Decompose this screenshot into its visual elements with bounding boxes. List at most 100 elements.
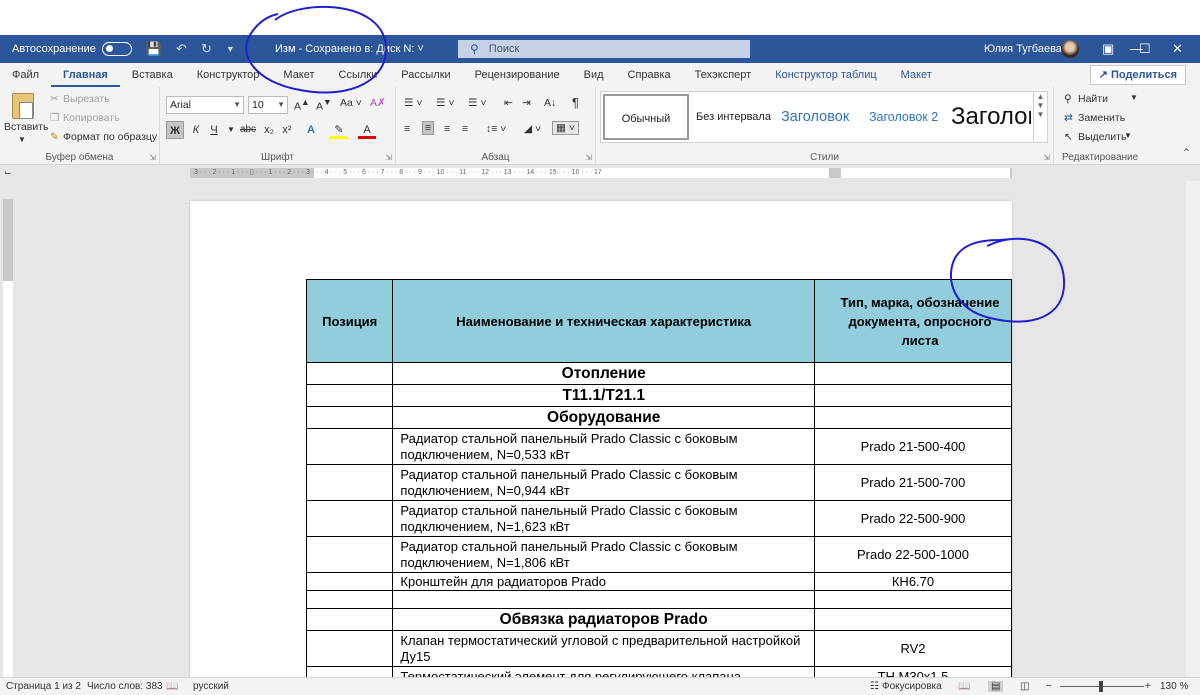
font-size-combo[interactable]: 10 ▼ (248, 96, 288, 114)
cell-position[interactable] (305, 464, 394, 501)
align-right-icon[interactable]: ≡ (444, 123, 450, 135)
cell-position[interactable] (305, 536, 394, 573)
cell-name[interactable]: Радиатор стальной панельный Prado Classi… (392, 536, 815, 573)
justify-icon[interactable]: ≡ (462, 123, 468, 135)
language-indicator[interactable]: русский (193, 681, 229, 692)
tab-design[interactable]: Конструктор (185, 63, 272, 87)
numbering-icon[interactable]: ☰ ˅ (436, 97, 454, 109)
cell-name[interactable]: Оборудование (392, 406, 815, 429)
header-position[interactable]: Позиция (305, 279, 394, 363)
chevron-down-icon[interactable]: ▼ (1124, 131, 1132, 140)
cell-position[interactable] (305, 500, 394, 537)
read-mode-icon[interactable]: 📖 (958, 681, 970, 692)
highlight-icon[interactable]: ✎ (330, 121, 348, 139)
format-painter-button[interactable]: Формат по образцу (63, 131, 157, 143)
cell-type[interactable]: Prado 21-500-700 (813, 464, 1012, 501)
tab-table-layout[interactable]: Макет (889, 63, 944, 87)
tab-home[interactable]: Главная (51, 63, 120, 87)
borders-icon[interactable]: ▦ ˅ (552, 121, 579, 135)
document-page[interactable]: Позиция Наименование и техническая харак… (190, 201, 1012, 677)
style-no-spacing[interactable]: Без интервала (696, 94, 771, 140)
search-box[interactable]: ⚲ Поиск (458, 40, 750, 58)
change-case-icon[interactable]: Aa ˅ (340, 97, 362, 109)
tab-table-design[interactable]: Конструктор таблиц (763, 63, 888, 87)
cell-type[interactable] (813, 362, 1012, 385)
user-name[interactable]: Юлия Тугбаева (984, 43, 1062, 55)
grow-font-icon[interactable]: A▲ (294, 97, 310, 113)
clear-formatting-icon[interactable]: A✗ (370, 97, 386, 109)
cell-type[interactable]: Prado 22-500-1000 (813, 536, 1012, 573)
cell-name[interactable]: Радиатор стальной панельный Prado Classi… (392, 464, 815, 501)
bullets-icon[interactable]: ☰ ˅ (404, 97, 422, 109)
paragraph-dialog-icon[interactable]: ⇲ (585, 153, 592, 162)
cell-name[interactable]: Радиатор стальной панельный Prado Classi… (392, 500, 815, 537)
cell-name[interactable]: Клапан термостатический угловой с предва… (392, 630, 815, 667)
cell-position[interactable] (305, 362, 394, 385)
tab-selector-icon[interactable]: ⌙ (4, 167, 12, 178)
customize-qat-icon[interactable]: ▼ (226, 44, 235, 54)
vertical-scrollbar[interactable] (1186, 181, 1200, 677)
tab-help[interactable]: Справка (616, 63, 683, 87)
vertical-ruler[interactable] (3, 199, 13, 677)
tab-layout[interactable]: Макет (271, 63, 326, 87)
web-layout-icon[interactable]: ◫ (1020, 681, 1029, 692)
focus-mode-button[interactable]: Фокусировка (882, 681, 942, 692)
cell-position[interactable] (305, 406, 394, 429)
font-color-icon[interactable]: A (358, 121, 376, 139)
word-count[interactable]: Число слов: 383 (87, 681, 163, 692)
cell-name[interactable]: Термостатический элемент для регулирующе… (392, 666, 815, 677)
font-name-combo[interactable]: Arial ▼ (166, 96, 244, 114)
redo-icon[interactable]: ↻ (201, 41, 212, 57)
cell-type[interactable] (813, 384, 1012, 407)
cell-position[interactable] (305, 608, 394, 631)
style-heading-2[interactable]: Заголовок 2 (869, 94, 938, 140)
undo-icon[interactable]: ↶ (176, 41, 187, 57)
copy-button[interactable]: Копировать (63, 112, 120, 124)
replace-button[interactable]: Заменить (1078, 112, 1125, 124)
decrease-indent-icon[interactable]: ⇤ (504, 97, 513, 109)
specification-table[interactable]: Позиция Наименование и техническая харак… (305, 279, 1012, 677)
header-type[interactable]: Тип, марка, обозначение документа, опрос… (813, 279, 1012, 363)
header-name[interactable]: Наименование и техническая характеристик… (392, 279, 815, 363)
tab-insert[interactable]: Вставка (120, 63, 185, 87)
collapse-ribbon-icon[interactable]: ⌃ (1182, 147, 1191, 159)
cell-type[interactable] (813, 608, 1012, 631)
cell-name[interactable] (392, 590, 815, 609)
clipboard-dialog-icon[interactable]: ⇲ (149, 153, 156, 162)
autosave-toggle[interactable] (101, 42, 132, 56)
cell-type[interactable]: ТН М30х1,5 (813, 666, 1012, 677)
cell-name[interactable]: Кронштейн для радиаторов Prado (392, 572, 815, 591)
subscript-button[interactable]: x₂ (260, 121, 278, 139)
superscript-button[interactable]: x² (278, 121, 296, 139)
paste-button[interactable]: Вставить (4, 121, 49, 133)
cell-type[interactable]: Prado 21-500-400 (813, 428, 1012, 465)
horizontal-ruler[interactable]: 3 · · · 2 · · · 1 · · · ▯ · · · 1 · · · … (190, 168, 1012, 178)
cell-type[interactable] (813, 406, 1012, 429)
styles-scroll[interactable]: ▲ ▼ ▼ (1033, 92, 1047, 142)
cell-position[interactable] (305, 384, 394, 407)
font-dialog-icon[interactable]: ⇲ (385, 153, 392, 162)
print-layout-icon[interactable]: ▤ (988, 681, 1004, 692)
tab-file[interactable]: Файл (0, 63, 51, 87)
tab-techexpert[interactable]: Техэксперт (683, 63, 764, 87)
italic-button[interactable]: К (187, 121, 205, 139)
proofing-icon[interactable]: 📖 (166, 681, 178, 692)
tab-references[interactable]: Ссылки (327, 63, 390, 87)
share-button[interactable]: ↗ Поделиться (1089, 65, 1186, 85)
shading-icon[interactable]: ◢ ˅ (524, 123, 541, 135)
cell-type[interactable]: КН6.70 (813, 572, 1012, 591)
page-count[interactable]: Страница 1 из 2 (6, 681, 81, 692)
cell-position[interactable] (305, 428, 394, 465)
align-left-icon[interactable]: ≡ (404, 123, 410, 135)
zoom-slider-thumb[interactable] (1099, 681, 1103, 692)
find-button[interactable]: Найти (1078, 93, 1108, 105)
show-formatting-icon[interactable]: ¶ (572, 95, 579, 110)
cell-position[interactable] (305, 630, 394, 667)
chevron-down-icon[interactable]: ▼ (1130, 93, 1138, 102)
style-heading-1[interactable]: Заголовок (781, 94, 849, 140)
style-normal[interactable]: Обычный (603, 94, 689, 140)
cell-name[interactable]: Обвязка радиаторов Prado (392, 608, 815, 631)
zoom-out-icon[interactable]: − (1046, 681, 1052, 692)
tab-view[interactable]: Вид (572, 63, 616, 87)
focus-icon[interactable]: ☷ (870, 681, 879, 692)
